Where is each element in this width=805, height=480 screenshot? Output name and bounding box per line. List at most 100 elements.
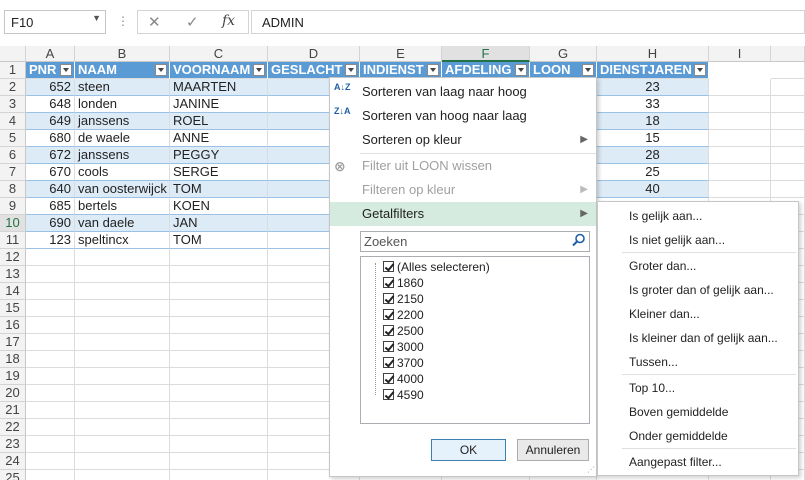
row-header-22[interactable]: 22 (0, 419, 26, 436)
row-header-24[interactable]: 24 (0, 453, 26, 470)
grid-cell[interactable] (26, 300, 75, 317)
table-cell-voornaam[interactable]: KOEN (170, 198, 268, 215)
grid-cell[interactable] (170, 419, 268, 436)
column-header-g[interactable]: G (530, 46, 597, 62)
filter-dropdown-button[interactable] (694, 64, 706, 76)
grid-cell[interactable] (709, 79, 771, 96)
row-header-14[interactable]: 14 (0, 283, 26, 300)
table-cell-naam[interactable]: janssens (75, 113, 170, 130)
table-cell-dienstjaren[interactable]: 25 (597, 164, 709, 181)
number-filter-option[interactable]: Onder gemiddelde (598, 424, 798, 448)
row-header-23[interactable]: 23 (0, 436, 26, 453)
row-header-25[interactable]: 25 (0, 470, 26, 480)
cancel-icon[interactable]: ✕ (148, 13, 161, 31)
grid-cell[interactable] (709, 113, 771, 130)
row-header-2[interactable]: 2 (0, 79, 26, 96)
checkbox-checked-icon[interactable] (383, 357, 394, 368)
grid-cell[interactable] (26, 368, 75, 385)
grid-cell[interactable] (75, 283, 170, 300)
grid-cell[interactable] (75, 402, 170, 419)
row-header-5[interactable]: 5 (0, 130, 26, 147)
grid-cell[interactable] (26, 266, 75, 283)
grid-cell[interactable] (170, 300, 268, 317)
checkbox-checked-icon[interactable] (383, 325, 394, 336)
table-cell-voornaam[interactable]: SERGE (170, 164, 268, 181)
number-filter-option[interactable]: Boven gemiddelde (598, 400, 798, 424)
number-filter-option[interactable]: Is gelijk aan... (598, 204, 798, 228)
table-cell-pnr[interactable]: 652 (26, 79, 75, 96)
grid-cell[interactable] (75, 334, 170, 351)
grid-cell[interactable] (709, 96, 771, 113)
number-filter-option[interactable]: Aangepast filter... (598, 450, 798, 474)
grid-cell[interactable] (26, 470, 75, 480)
grid-cell[interactable] (170, 402, 268, 419)
filter-dropdown-button[interactable] (515, 64, 527, 76)
grid-cell[interactable] (26, 385, 75, 402)
row-header-20[interactable]: 20 (0, 385, 26, 402)
checkbox-checked-icon[interactable] (383, 277, 394, 288)
table-cell-voornaam[interactable]: ANNE (170, 130, 268, 147)
table-cell-dienstjaren[interactable]: 23 (597, 79, 709, 96)
filter-value-item[interactable]: 2500 (383, 323, 424, 339)
grid-cell[interactable] (170, 249, 268, 266)
column-header-f[interactable]: F (442, 46, 530, 62)
filter-dropdown-button[interactable] (427, 64, 439, 76)
table-cell-voornaam[interactable]: TOM (170, 181, 268, 198)
filter-search-input[interactable]: Zoeken (360, 231, 590, 252)
clear-filter-item[interactable]: ⊗ Filter uit LOON wissen (330, 154, 596, 178)
row-header-11[interactable]: 11 (0, 232, 26, 249)
table-cell-naam[interactable]: speltincx (75, 232, 170, 249)
grid-cell[interactable] (75, 249, 170, 266)
grid-cell[interactable] (771, 181, 805, 198)
table-header-cell[interactable]: VOORNAAM (170, 62, 268, 79)
grid-cell[interactable] (709, 181, 771, 198)
grid-cell[interactable] (170, 453, 268, 470)
select-all-corner[interactable] (0, 46, 26, 62)
row-header-6[interactable]: 6 (0, 147, 26, 164)
column-header-i[interactable]: I (709, 46, 771, 62)
table-cell-pnr[interactable]: 690 (26, 215, 75, 232)
column-header-extra[interactable] (771, 46, 805, 62)
resize-grip-icon[interactable]: ⋰ (587, 465, 595, 474)
row-header-7[interactable]: 7 (0, 164, 26, 181)
row-header-4[interactable]: 4 (0, 113, 26, 130)
filter-value-item[interactable]: 4590 (383, 387, 424, 403)
checkbox-checked-icon[interactable] (383, 373, 394, 384)
filter-dropdown-button[interactable] (582, 64, 594, 76)
grid-cell[interactable] (75, 317, 170, 334)
table-cell-naam[interactable]: steen (75, 79, 170, 96)
grid-cell[interactable] (170, 436, 268, 453)
name-box[interactable]: F10 ▼ (4, 10, 106, 34)
table-cell-naam[interactable]: van oosterwijck (75, 181, 170, 198)
grid-cell[interactable] (170, 351, 268, 368)
grid-cell[interactable] (170, 317, 268, 334)
table-header-cell[interactable]: DIENSTJAREN (597, 62, 709, 79)
enter-icon[interactable]: ✓ (186, 13, 199, 31)
row-header-9[interactable]: 9 (0, 198, 26, 215)
table-cell-dienstjaren[interactable]: 15 (597, 130, 709, 147)
grid-cell[interactable] (771, 62, 805, 79)
formula-bar-separator-icon[interactable]: ⋮ (117, 14, 129, 28)
row-header-3[interactable]: 3 (0, 96, 26, 113)
number-filters-item[interactable]: Getalfilters ▶ (330, 202, 596, 226)
sort-ascending-item[interactable]: A↓Z Sorteren van laag naar hoog (330, 80, 596, 104)
grid-cell[interactable] (75, 453, 170, 470)
number-filter-option[interactable]: Groter dan... (598, 254, 798, 278)
grid-cell[interactable] (75, 266, 170, 283)
number-filter-option[interactable]: Kleiner dan... (598, 302, 798, 326)
grid-cell[interactable] (26, 436, 75, 453)
insert-function-icon[interactable]: fx (222, 13, 235, 29)
table-cell-naam[interactable]: cools (75, 164, 170, 181)
filter-value-item[interactable]: 4000 (383, 371, 424, 387)
filter-value-item[interactable]: 2200 (383, 307, 424, 323)
filter-values-list[interactable]: (Alles selecteren) 1860 2150 2200 2500 3000 37… (360, 256, 590, 424)
grid-cell[interactable] (170, 385, 268, 402)
grid-cell[interactable] (771, 113, 805, 130)
table-cell-pnr[interactable]: 123 (26, 232, 75, 249)
table-header-cell[interactable]: PNR (26, 62, 75, 79)
grid-cell[interactable] (75, 351, 170, 368)
grid-cell[interactable] (709, 130, 771, 147)
number-filter-option[interactable]: Top 10... (598, 376, 798, 400)
grid-cell[interactable] (26, 351, 75, 368)
table-cell-pnr[interactable]: 672 (26, 147, 75, 164)
